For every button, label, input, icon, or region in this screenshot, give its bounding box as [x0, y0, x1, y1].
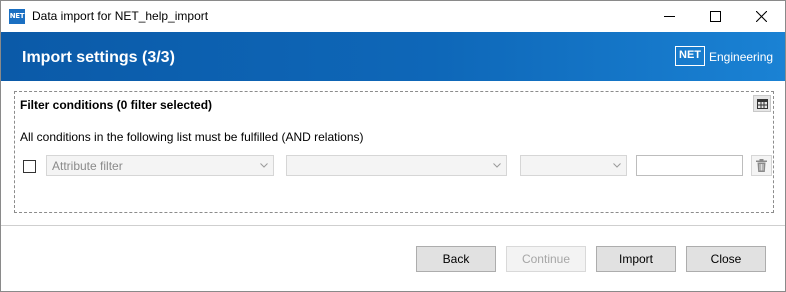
- header-banner: Import settings (3/3) NET Engineering: [1, 32, 785, 81]
- chevron-down-icon: [260, 163, 268, 168]
- maximize-button[interactable]: [693, 1, 739, 32]
- brand-logo: NET: [675, 46, 705, 66]
- close-button[interactable]: Close: [686, 246, 766, 272]
- app-icon: NET: [9, 9, 25, 24]
- window-title: Data import for NET_help_import: [32, 9, 209, 23]
- filter-hint-text: All conditions in the following list mus…: [20, 130, 364, 144]
- filter-conditions-group: Filter conditions (0 filter selected) Al…: [14, 91, 774, 213]
- title-bar: NET Data import for NET_help_import: [1, 1, 785, 32]
- filter-value-input[interactable]: [636, 155, 743, 176]
- minimize-icon: [664, 16, 675, 17]
- filter-group-title: Filter conditions (0 filter selected): [20, 98, 213, 112]
- operator-dropdown[interactable]: [286, 155, 507, 176]
- attribute-filter-placeholder: Attribute filter: [52, 159, 123, 173]
- import-button[interactable]: Import: [596, 246, 676, 272]
- attribute-filter-dropdown[interactable]: Attribute filter: [46, 155, 274, 176]
- table-settings-button[interactable]: [753, 95, 771, 112]
- brand-text: Engineering: [709, 50, 774, 64]
- chevron-down-icon: [493, 163, 501, 168]
- import-dialog-window: NET Data import for NET_help_import Impo…: [0, 0, 786, 292]
- trash-icon: [756, 159, 767, 172]
- close-window-button[interactable]: [739, 1, 785, 32]
- delete-filter-button[interactable]: [751, 155, 772, 176]
- minimize-button[interactable]: [647, 1, 693, 32]
- back-button[interactable]: Back: [416, 246, 496, 272]
- chevron-down-icon: [613, 163, 621, 168]
- page-title: Import settings (3/3): [22, 49, 175, 66]
- table-icon: [757, 99, 768, 109]
- continue-button[interactable]: Continue: [506, 246, 586, 272]
- filter-row-checkbox[interactable]: [23, 160, 36, 173]
- footer-separator: [1, 225, 785, 226]
- close-icon: [756, 11, 767, 22]
- maximize-icon: [710, 11, 721, 22]
- condition-dropdown[interactable]: [520, 155, 627, 176]
